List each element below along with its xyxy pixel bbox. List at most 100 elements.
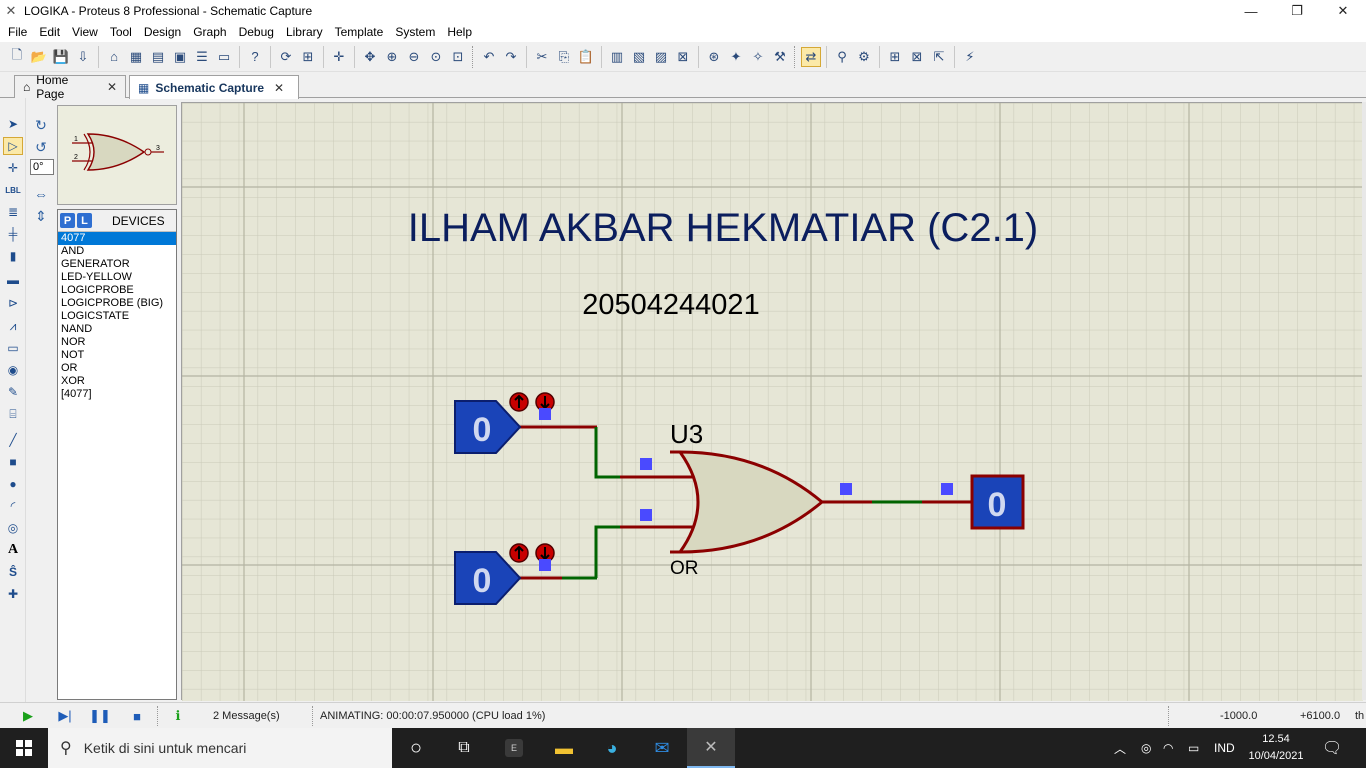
path-tool-icon[interactable]: ◎ (3, 519, 23, 537)
edge-browser-icon[interactable]: ◕ (588, 728, 636, 768)
junction-dot-icon[interactable]: ✛ (3, 159, 23, 177)
zoom-area-icon[interactable]: ⊡ (448, 47, 468, 67)
menu-edit[interactable]: Edit (33, 22, 66, 42)
pick-device-icon[interactable]: ⊛ (704, 47, 724, 67)
task-view-icon[interactable]: ⧉ (440, 728, 488, 768)
start-button[interactable] (0, 728, 48, 768)
rotate-clockwise-icon[interactable]: ↻ (30, 116, 52, 134)
tab-schematic-capture[interactable]: ▦ Schematic Capture ✕ (129, 75, 299, 99)
play-icon[interactable]: ▶ (20, 708, 36, 724)
generator-icon[interactable]: ◉ (3, 361, 23, 379)
menu-graph[interactable]: Graph (187, 22, 232, 42)
grid-icon[interactable]: ⊞ (298, 47, 318, 67)
block-delete-icon[interactable]: ⊠ (673, 47, 693, 67)
schematic-icon[interactable]: ▦ (126, 47, 146, 67)
schematic-student-id-text[interactable]: 20504244021 (582, 289, 759, 321)
search-tag-icon[interactable]: ⚲ (832, 47, 852, 67)
mirror-horizontal-icon[interactable]: ⇔ (30, 185, 52, 203)
meet-now-icon[interactable]: ◎ (1141, 728, 1151, 768)
minimize-button[interactable]: — (1228, 0, 1274, 22)
new-file-icon[interactable]: 🗋 (7, 47, 27, 67)
restore-button[interactable]: ❐ (1274, 0, 1320, 22)
rotate-anticlockwise-icon[interactable]: ↺ (30, 138, 52, 156)
block-rotate-icon[interactable]: ▨ (651, 47, 671, 67)
remove-sheet-icon[interactable]: ⊠ (907, 47, 927, 67)
logic-probe-output[interactable]: 0 (970, 474, 1025, 530)
message-count[interactable]: 2 Message(s) (213, 710, 280, 722)
property-tool-icon[interactable]: ⚙ (854, 47, 874, 67)
source-code-icon[interactable]: ▭ (214, 47, 234, 67)
marker-tool-icon[interactable]: ✚ (3, 585, 23, 603)
buses-icon[interactable]: ╪ (3, 225, 23, 243)
symbol-tool-icon[interactable]: Ŝ (3, 563, 23, 581)
menu-system[interactable]: System (389, 22, 441, 42)
virtual-instrument-icon[interactable]: ⌸ (3, 405, 23, 423)
device-list-item[interactable]: LOGICPROBE (BIG) (58, 297, 176, 310)
menu-template[interactable]: Template (329, 22, 390, 42)
line-tool-icon[interactable]: ╱ (3, 431, 23, 449)
make-device-icon[interactable]: ✦ (726, 47, 746, 67)
menu-design[interactable]: Design (138, 22, 187, 42)
wire-autorouter-icon[interactable]: ⇄ (801, 46, 821, 67)
refresh-icon[interactable]: ⟳ (276, 47, 296, 67)
gate-reference-label[interactable]: U3 (670, 419, 703, 449)
library-manager-button[interactable]: L (77, 213, 92, 228)
pan-icon[interactable]: ✥ (360, 47, 380, 67)
schematic-editing-window[interactable]: ILHAM AKBAR HEKMATIAR (C2.1) 20504244021 (181, 102, 1363, 701)
rotation-angle-input[interactable]: 0° (30, 159, 54, 175)
help-icon[interactable]: ? (245, 47, 265, 67)
step-icon[interactable]: ▶| (57, 708, 73, 724)
device-list-item[interactable]: 4077 (58, 232, 176, 245)
gate-type-label[interactable]: OR (670, 558, 699, 579)
schematic-title-text[interactable]: ILHAM AKBAR HEKMATIAR (C2.1) (408, 206, 1039, 250)
tab-close-icon[interactable]: ✕ (107, 80, 117, 94)
selection-mode-icon[interactable]: ➤ (3, 115, 23, 133)
wire-label-icon[interactable]: LBL (3, 181, 23, 199)
block-copy-icon[interactable]: ▥ (607, 47, 627, 67)
file-explorer-icon[interactable]: ▬ (540, 728, 588, 768)
schematic-canvas[interactable]: ILHAM AKBAR HEKMATIAR (C2.1) 20504244021 (182, 103, 1363, 701)
bom-icon[interactable]: ☰ (192, 47, 212, 67)
terminals-icon[interactable]: ▬ (3, 271, 23, 289)
subcircuit-icon[interactable]: ▮ (3, 247, 23, 265)
pick-devices-button[interactable]: P (60, 213, 75, 228)
text-tool-icon[interactable]: A (3, 541, 23, 559)
cut-icon[interactable]: ✂ (532, 47, 552, 67)
overview-preview[interactable]: 1 2 3 (57, 105, 177, 205)
component-mode-icon[interactable]: ▷ (3, 137, 23, 155)
notifications-icon[interactable]: 🗨 (1322, 728, 1342, 768)
device-list-item[interactable]: XOR (58, 375, 176, 388)
device-list-item[interactable]: AND (58, 245, 176, 258)
device-list-item[interactable]: OR (58, 362, 176, 375)
text-script-icon[interactable]: ≣ (3, 203, 23, 221)
show-hidden-icons-icon[interactable]: ︿ (1114, 728, 1126, 768)
taskbar-search-box[interactable]: ⚲ Ketik di sini untuk mencari (48, 728, 392, 768)
device-list-item[interactable]: LOGICPROBE (58, 284, 176, 297)
device-list-item[interactable]: [4077] (58, 388, 176, 401)
block-move-icon[interactable]: ▧ (629, 47, 649, 67)
tab-home-page[interactable]: ⌂ Home Page ✕ (14, 73, 126, 101)
device-list-item[interactable]: NOR (58, 336, 176, 349)
app-e-icon[interactable]: E (490, 728, 538, 768)
close-button[interactable]: ✕ (1320, 0, 1366, 22)
origin-icon[interactable]: ✛ (329, 47, 349, 67)
import-icon[interactable]: ⇩ (73, 47, 93, 67)
proteus-taskbar-icon[interactable]: ✕ (687, 728, 735, 768)
language-indicator[interactable]: IND (1214, 728, 1235, 768)
copy-icon[interactable]: ⎘ (554, 47, 574, 67)
mail-icon[interactable]: ✉ (638, 728, 686, 768)
menu-help[interactable]: Help (441, 22, 478, 42)
menu-view[interactable]: View (66, 22, 104, 42)
box-tool-icon[interactable]: ■ (3, 453, 23, 471)
menu-debug[interactable]: Debug (233, 22, 280, 42)
device-pins-icon[interactable]: ⊳ (3, 294, 23, 312)
mirror-vertical-icon[interactable]: ⇕ (30, 207, 52, 225)
device-list-item[interactable]: GENERATOR (58, 258, 176, 271)
save-icon[interactable]: 💾 (51, 47, 71, 67)
toggle-up-arrow-icon-a[interactable] (509, 392, 529, 412)
new-sheet-icon[interactable]: ⊞ (885, 47, 905, 67)
device-list-item[interactable]: NAND (58, 323, 176, 336)
arc-tool-icon[interactable]: ◜ (3, 497, 23, 515)
tab-close-icon[interactable]: ✕ (274, 81, 284, 95)
exit-parent-icon[interactable]: ⇱ (929, 47, 949, 67)
